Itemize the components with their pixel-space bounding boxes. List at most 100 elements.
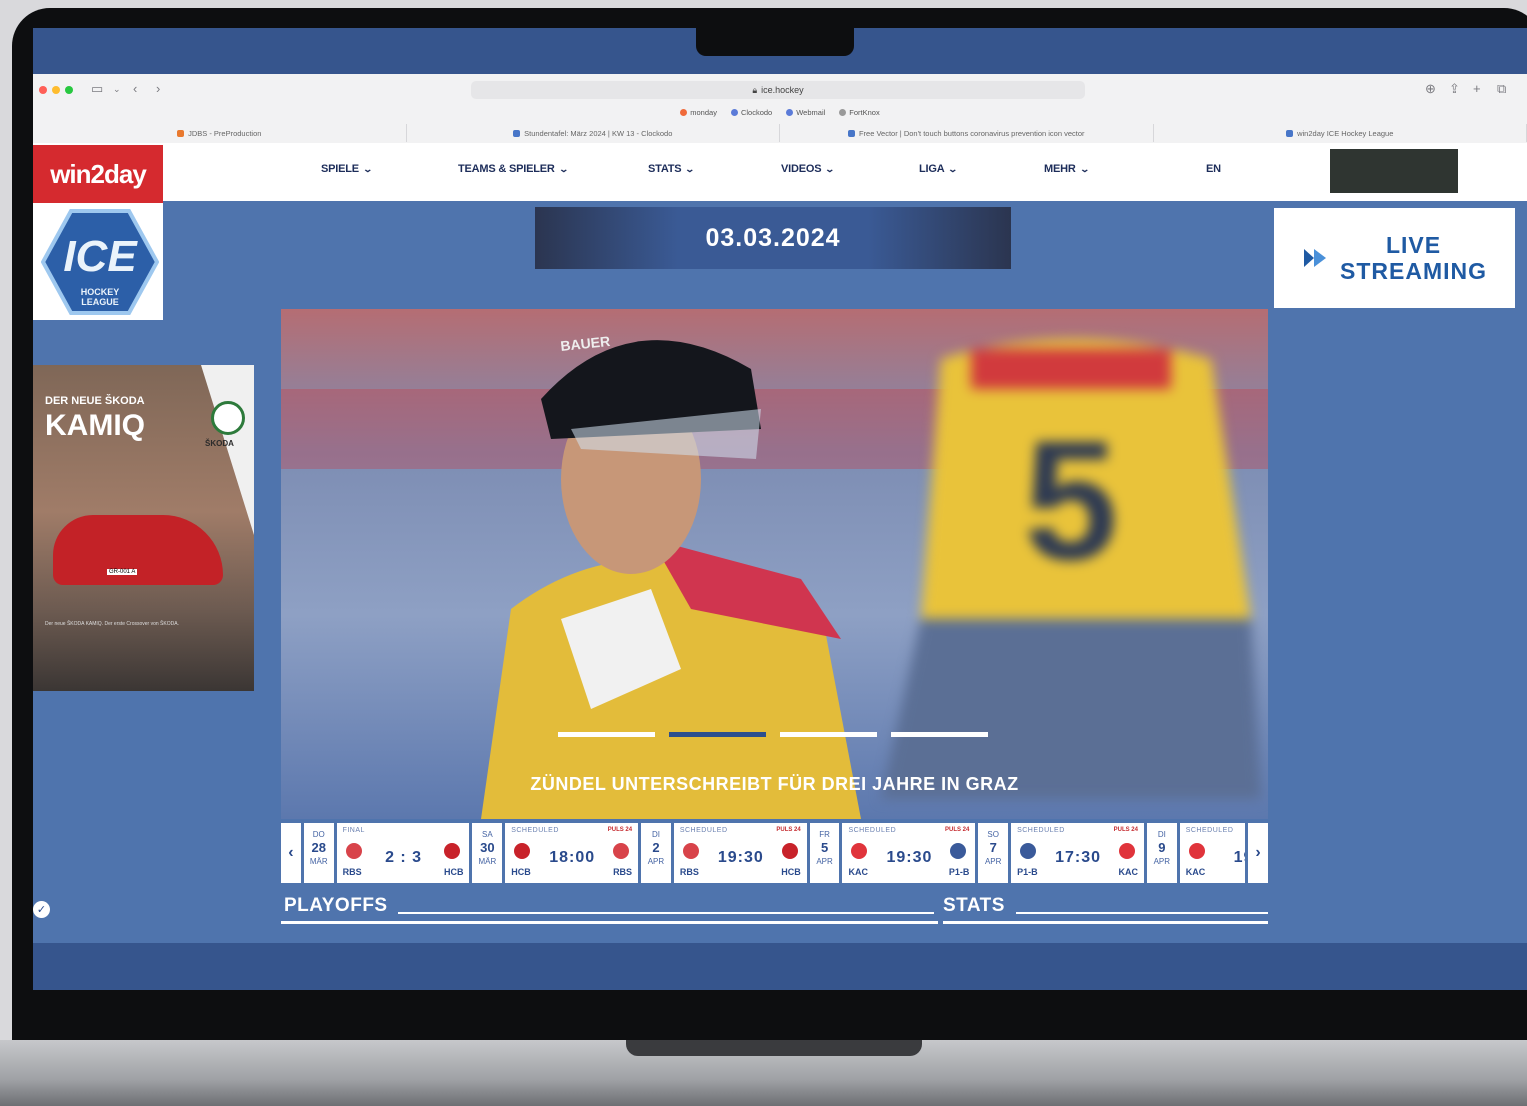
nav-videos[interactable]: VIDEOS ⌄	[781, 163, 835, 175]
new-tab-icon[interactable]: +	[1473, 81, 1481, 96]
away-team-abbr: RBS	[613, 867, 633, 877]
blurred-player-image: 5	[881, 339, 1261, 799]
ticker-date: DO 28 MÄR	[303, 823, 334, 883]
svg-text:HOCKEY: HOCKEY	[81, 287, 120, 297]
zoom-window-button[interactable]	[65, 86, 73, 94]
stats-divider	[1016, 912, 1268, 914]
ticker-month: APR	[647, 857, 665, 866]
game-status: FINAL	[342, 827, 365, 834]
home-team-abbr: P1-B	[1017, 867, 1038, 877]
tab-free-vector[interactable]: Free Vector | Don't touch buttons corona…	[780, 124, 1154, 142]
chevron-down-icon: ⌄	[558, 163, 569, 174]
bookmark-clockodo[interactable]: Clockodo	[730, 108, 772, 117]
svg-text:BAUER: BAUER	[560, 333, 611, 354]
tab-ice-hockey[interactable]: win2day ICE Hockey League	[1154, 124, 1527, 142]
ticker-game[interactable]: SCHEDULED PULS 24 19:30 KAC P1-B	[842, 823, 976, 883]
game-score-or-time: 18:00	[549, 849, 596, 866]
monday-icon	[680, 108, 688, 116]
broadcaster-logo: PULS 24	[1113, 827, 1138, 833]
game-score-or-time: 19:30	[717, 849, 764, 866]
ticker-day-number: 30	[480, 840, 495, 855]
ticker-game[interactable]: SCHEDULED PULS 24 18:00 HCB RBS	[505, 823, 639, 883]
game-score-or-time: 2 : 3	[385, 849, 423, 866]
date-banner[interactable]: 03.03.2024	[535, 207, 1011, 269]
stats-heading[interactable]: STATS	[943, 895, 1005, 917]
ticker-date: FR 5 APR	[809, 823, 840, 883]
hero-slider[interactable]: 5 BAUER ZÜNDEL UNTERSCHREIBT FÜR DREI JA…	[281, 309, 1268, 819]
tab-overview-icon[interactable]: ⧉	[1497, 81, 1506, 97]
ticker-month: APR	[816, 857, 833, 866]
download-icon[interactable]: ⊕	[1425, 81, 1436, 97]
playoffs-divider	[398, 912, 934, 914]
ice-hockey-league-badge-icon: ICE HOCKEY LEAGUE	[41, 209, 159, 315]
slider-dot[interactable]	[891, 732, 988, 737]
sponsor-banner[interactable]	[1330, 149, 1458, 193]
chevron-down-icon[interactable]: ⌄	[113, 84, 121, 95]
fortknox-icon	[839, 108, 847, 116]
slider-dot[interactable]	[558, 732, 655, 737]
address-bar[interactable]: 🔒︎ ice.hockey	[471, 81, 1085, 99]
ticker-game[interactable]: SCHEDULED PULS 24 19:30 RBS HCB	[673, 823, 807, 883]
ticker-day: DO	[312, 830, 325, 839]
ad-headline: DER NEUE ŠKODA	[45, 395, 145, 407]
bookmark-webmail[interactable]: Webmail	[786, 108, 825, 117]
away-team-abbr: HCB	[443, 867, 464, 877]
clockodo-icon	[730, 108, 738, 116]
tab-favicon-icon	[1286, 129, 1294, 137]
ticker-date: SO 7 APR	[978, 823, 1009, 883]
lock-icon: 🔒︎	[752, 84, 758, 95]
chevron-down-icon: ⌄	[362, 163, 373, 174]
ticker-month: MÄR	[309, 857, 328, 866]
nav-liga[interactable]: LIGA ⌄	[919, 163, 959, 175]
minimize-window-button[interactable]	[52, 86, 60, 94]
website: SPIELE ⌄ TEAMS & SPIELER ⌄ STATS ⌄ VIDEOS ⌄ …	[33, 143, 1527, 943]
slider-dot[interactable]	[669, 732, 766, 737]
hockey-player-image: BAUER	[481, 333, 861, 819]
nav-spiele[interactable]: SPIELE ⌄	[321, 163, 373, 175]
broadcaster-logo: PULS 24	[776, 827, 801, 833]
tab-clockodo[interactable]: Stundentafel: März 2024 | KW 13 - Clocko…	[407, 124, 780, 142]
share-icon[interactable]: ⇪	[1449, 81, 1460, 97]
nav-teams-spieler[interactable]: TEAMS & SPIELER ⌄	[458, 163, 569, 175]
skoda-advertisement[interactable]: DER NEUE ŠKODA KAMIQ ŠKODA GR-001 A Der …	[33, 365, 254, 691]
cookie-settings-icon[interactable]: ✓	[33, 901, 50, 918]
page-bottom	[33, 943, 1527, 990]
webmail-icon	[786, 108, 794, 116]
live-label: LIVE	[1385, 232, 1442, 258]
tab-strip: JDBS - PreProduction Stundentafel: März …	[33, 124, 1527, 142]
streaming-label: STREAMING	[1340, 258, 1487, 284]
back-icon[interactable]: ‹	[133, 81, 137, 96]
chevron-down-icon: ⌄	[684, 163, 696, 174]
game-ticker: ‹ DO 28 MÄR FINAL 2 : 3 RBS HCB SA 30 MÄR SCHEDULE…	[281, 823, 1268, 883]
svg-text:LEAGUE: LEAGUE	[81, 297, 119, 307]
ticker-game[interactable]: SCHEDULED 19: KAC	[1179, 823, 1246, 883]
nav-mehr[interactable]: MEHR ⌄	[1044, 163, 1090, 175]
hero-headline[interactable]: ZÜNDEL UNTERSCHREIBT FÜR DREI JAHRE IN G…	[281, 774, 1268, 795]
tab-jdbs[interactable]: JDBS - PreProduction	[33, 124, 407, 142]
language-switch[interactable]: EN	[1206, 163, 1221, 175]
away-team-abbr: P1-B	[948, 867, 970, 877]
close-window-button[interactable]	[39, 86, 47, 94]
league-logo[interactable]: win2day ICE HOCKEY LEAGUE	[33, 145, 163, 320]
away-team-abbr: HCB	[781, 867, 801, 877]
slider-dot[interactable]	[780, 732, 877, 737]
home-team-abbr: KAC	[1185, 867, 1206, 877]
sidebar-icon[interactable]: ▭	[91, 81, 103, 97]
playoffs-heading[interactable]: PLAYOFFS	[284, 895, 388, 917]
ticker-prev-button[interactable]: ‹	[281, 823, 301, 883]
license-plate: GR-001 A	[107, 569, 138, 575]
laptop-hinge	[626, 1040, 922, 1056]
car-image	[53, 515, 223, 585]
ticker-game[interactable]: FINAL 2 : 3 RBS HCB	[336, 823, 470, 883]
ad-white-panel	[201, 365, 254, 535]
ticker-game[interactable]: SCHEDULED PULS 24 17:30 P1-B KAC	[1011, 823, 1144, 883]
chevron-down-icon: ⌄	[1079, 163, 1090, 174]
ad-brand: ŠKODA	[205, 439, 234, 448]
nav-stats[interactable]: STATS ⌄	[648, 163, 696, 175]
game-score-or-time: 19:	[1233, 849, 1246, 866]
live-streaming-button[interactable]: LIVE STREAMING	[1274, 208, 1515, 308]
bookmark-monday[interactable]: monday	[680, 108, 717, 117]
forward-icon[interactable]: ›	[156, 81, 160, 96]
ticker-next-button[interactable]: ›	[1248, 823, 1268, 883]
bookmark-fortknox[interactable]: FortKnox	[839, 108, 880, 117]
